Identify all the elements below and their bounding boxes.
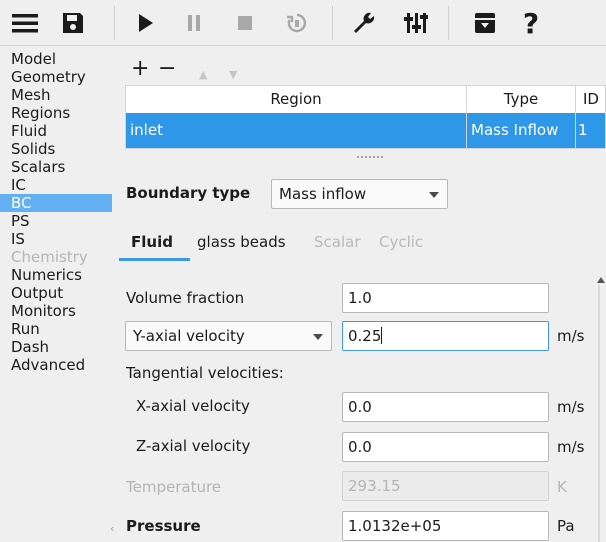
- sidebar-item-run[interactable]: Run: [0, 320, 112, 338]
- scrollbar-track[interactable]: [598, 285, 600, 542]
- x-axial-velocity-field[interactable]: 0.0: [342, 392, 549, 422]
- column-header-region[interactable]: Region: [126, 86, 466, 113]
- sidebar-item-regions[interactable]: Regions: [0, 104, 112, 122]
- bc-panel: + − ▲ ▼ Region Type ID inlet Mass Inflow…: [113, 50, 606, 542]
- pressure-field[interactable]: 1.0132e+05: [342, 511, 549, 541]
- z-axial-velocity-unit: m/s: [557, 438, 585, 456]
- move-down-button[interactable]: ▼: [229, 64, 237, 86]
- toolbar: ?: [0, 0, 606, 46]
- sidebar-item-model[interactable]: Model: [0, 50, 112, 68]
- pressure-label: Pressure: [126, 517, 201, 535]
- menu-icon[interactable]: [8, 0, 42, 46]
- save-icon[interactable]: [56, 0, 90, 46]
- sidebar-item-mesh[interactable]: Mesh: [0, 86, 112, 104]
- sidebar-item-is[interactable]: IS: [0, 230, 112, 248]
- temperature-unit: K: [557, 478, 567, 496]
- boundary-type-label: Boundary type: [126, 184, 251, 202]
- sidebar-item-advanced[interactable]: Advanced: [0, 356, 112, 374]
- sidebar-item-dash[interactable]: Dash: [0, 338, 112, 356]
- wrench-icon[interactable]: [348, 0, 380, 46]
- column-header-type[interactable]: Type: [467, 86, 575, 113]
- tangential-velocities-label: Tangential velocities:: [126, 364, 284, 382]
- boundary-type-value: Mass inflow: [279, 185, 367, 203]
- sidebar-item-monitors[interactable]: Monitors: [0, 302, 112, 320]
- volume-fraction-label: Volume fraction: [126, 289, 245, 307]
- boundary-type-select[interactable]: Mass inflow: [271, 179, 448, 209]
- sidebar-item-chemistry: Chemistry: [11, 248, 88, 266]
- z-axial-velocity-label: Z-axial velocity: [136, 437, 251, 455]
- sidebar-item-ps[interactable]: PS: [0, 212, 112, 230]
- volume-fraction-field[interactable]: 1.0: [342, 283, 549, 313]
- play-icon[interactable]: [133, 0, 159, 46]
- x-axial-velocity-unit: m/s: [557, 398, 585, 416]
- app-window: ? Model Geometry Mesh Regions Fluid Solids Sca…: [0, 0, 606, 542]
- chevron-down-icon: [429, 192, 439, 198]
- sliders-icon[interactable]: [400, 0, 432, 46]
- form-scrollbar[interactable]: [595, 275, 606, 542]
- sidebar-item-geometry[interactable]: Geometry: [0, 68, 112, 86]
- sidebar-item-output[interactable]: Output: [0, 284, 112, 302]
- stop-icon[interactable]: [232, 0, 258, 46]
- active-tab-indicator: [119, 258, 190, 261]
- splitter-handle[interactable]: [357, 156, 383, 158]
- axial-velocity-unit: m/s: [557, 327, 585, 345]
- pressure-unit: Pa: [557, 517, 575, 535]
- temperature-label: Temperature: [126, 478, 222, 496]
- tab-glass-beads[interactable]: glass beads: [197, 232, 286, 262]
- reset-icon[interactable]: [282, 0, 312, 46]
- sidebar-item-solids[interactable]: Solids: [0, 140, 112, 158]
- x-axial-velocity-label: X-axial velocity: [136, 397, 250, 415]
- sidebar-item-fluid[interactable]: Fluid: [0, 122, 112, 140]
- table-row[interactable]: inlet Mass Inflow 1: [126, 113, 605, 148]
- column-header-id[interactable]: ID: [576, 86, 606, 113]
- bc-table: Region Type ID inlet Mass Inflow 1: [125, 85, 606, 150]
- sidebar-item-bc[interactable]: BC: [0, 194, 112, 212]
- tab-cyclic[interactable]: Cyclic: [379, 232, 423, 262]
- temperature-field: 293.15: [342, 471, 549, 501]
- remove-bc-button[interactable]: −: [158, 58, 176, 80]
- axial-velocity-select[interactable]: Y-axial velocity: [125, 321, 332, 351]
- pause-icon[interactable]: [181, 0, 207, 46]
- sidebar-nav: Model Geometry Mesh Regions Fluid Solids Scala…: [0, 50, 112, 542]
- axial-velocity-select-value: Y-axial velocity: [133, 327, 245, 345]
- move-up-button[interactable]: ▲: [199, 64, 207, 86]
- help-icon[interactable]: ?: [514, 0, 548, 46]
- cell-type: Mass Inflow: [471, 121, 559, 139]
- z-axial-velocity-field[interactable]: 0.0: [342, 432, 549, 462]
- axial-velocity-field[interactable]: 0.25: [342, 321, 549, 351]
- sidebar-item-ic[interactable]: IC: [0, 176, 112, 194]
- tab-scalar[interactable]: Scalar: [314, 232, 361, 262]
- scroll-up-icon[interactable]: [597, 277, 605, 283]
- cell-id: 1: [578, 121, 588, 139]
- sidebar-item-scalars[interactable]: Scalars: [0, 158, 112, 176]
- add-bc-button[interactable]: +: [131, 58, 149, 80]
- archive-icon[interactable]: [470, 0, 500, 46]
- sidebar-item-numerics[interactable]: Numerics: [0, 266, 112, 284]
- chevron-down-icon: [313, 334, 323, 340]
- cell-region: inlet: [130, 121, 163, 139]
